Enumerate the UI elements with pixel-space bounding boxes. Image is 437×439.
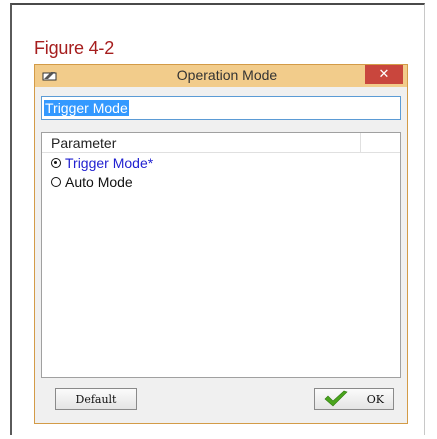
parameter-list[interactable]: Parameter Trigger Mode* Auto Mode (41, 132, 401, 378)
trigger-mode-label: Trigger Mode* (65, 155, 154, 171)
dialog-title: Operation Mode (176, 67, 278, 83)
auto-mode-option[interactable]: Auto Mode (51, 173, 133, 191)
mode-name-value: Trigger Mode (44, 100, 129, 116)
radio-checked-icon (51, 158, 61, 168)
parameter-header: Parameter (42, 133, 400, 153)
auto-mode-label: Auto Mode (65, 174, 133, 190)
ok-button-label: OK (366, 392, 384, 406)
trigger-mode-option[interactable]: Trigger Mode* (51, 154, 153, 172)
app-icon (42, 72, 57, 81)
default-button-label: Default (75, 392, 117, 406)
column-divider (360, 133, 361, 152)
close-icon: ✕ (378, 67, 390, 82)
parameter-header-label: Parameter (51, 135, 117, 151)
figure-caption: Figure 4-2 (34, 38, 115, 58)
mode-name-field[interactable]: Trigger Mode (41, 96, 401, 120)
operation-mode-dialog: Operation Mode ✕ Trigger Mode Parameter … (34, 64, 408, 424)
close-button[interactable]: ✕ (365, 65, 403, 84)
dialog-titlebar[interactable]: Operation Mode ✕ (35, 65, 407, 87)
ok-button[interactable]: OK (314, 388, 394, 410)
radio-unchecked-icon (51, 177, 61, 187)
check-icon (324, 390, 348, 407)
default-button[interactable]: Default (55, 388, 137, 410)
